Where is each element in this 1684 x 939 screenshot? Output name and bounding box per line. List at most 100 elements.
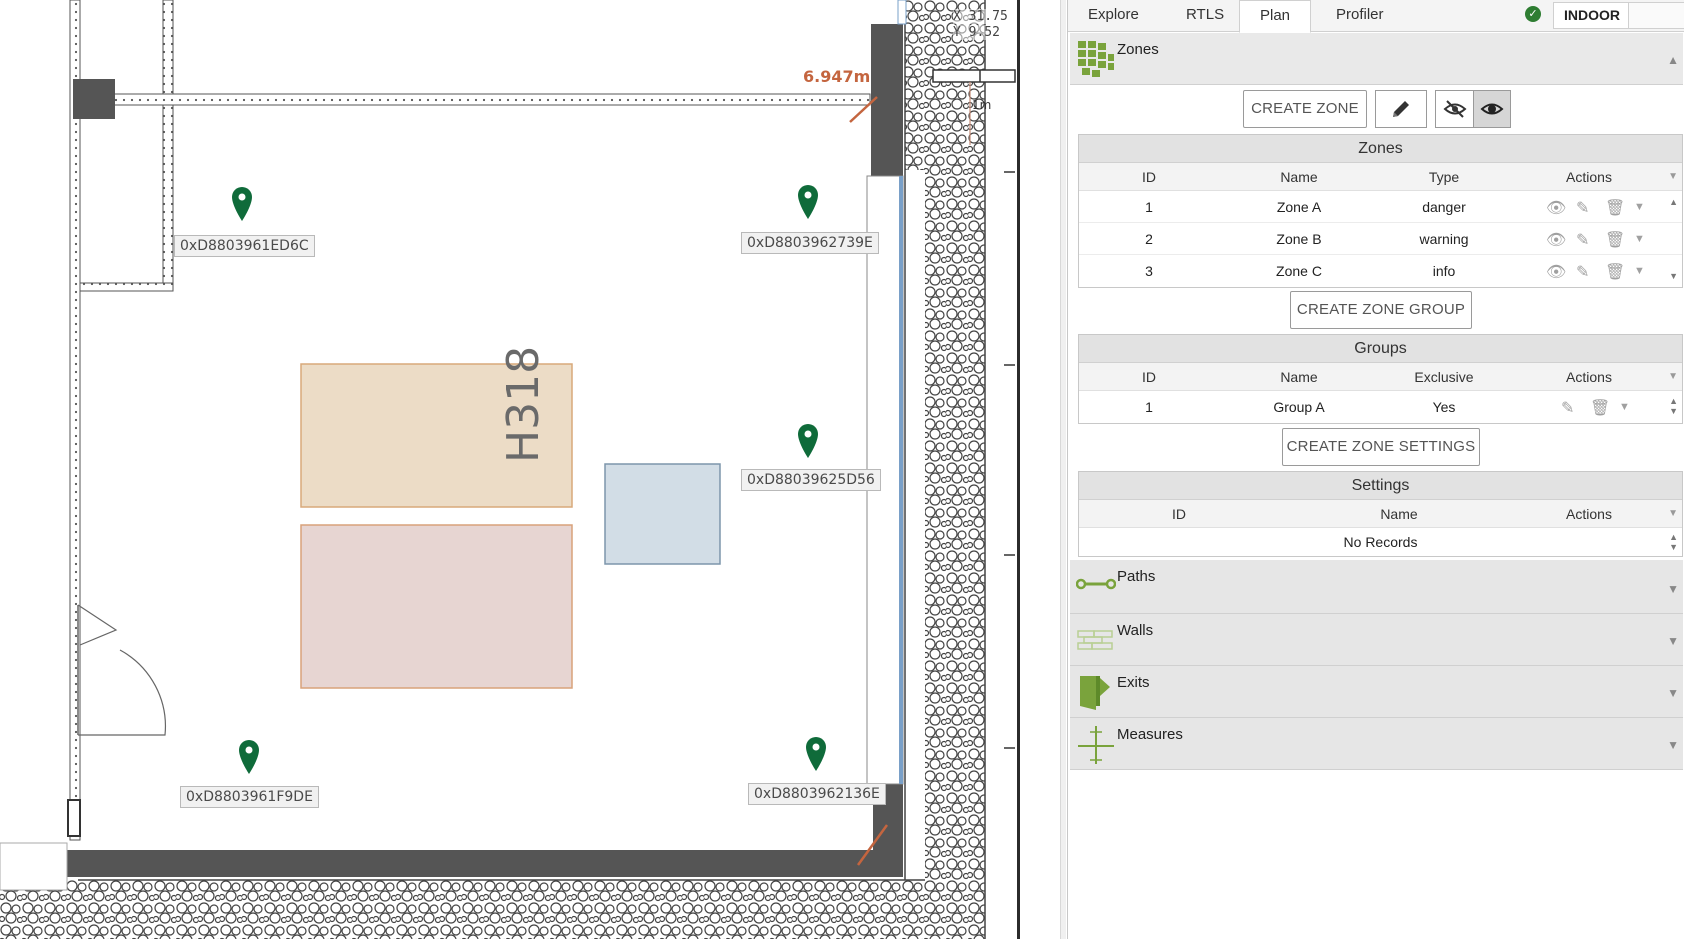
hide-zones-button[interactable] xyxy=(1435,90,1473,128)
measures-section-header[interactable]: Measures ▼ xyxy=(1070,718,1683,770)
zones-grid: Zones ID Name Type Actions ▼ 1 Zone A da… xyxy=(1078,134,1683,288)
table-row[interactable]: 1 Group A Yes ✎ 🗑 ▼ ▲ ▼ xyxy=(1079,391,1682,423)
pane-divider[interactable] xyxy=(1017,0,1067,939)
tag-pin-2[interactable] xyxy=(798,185,818,219)
trash-icon[interactable]: 🗑 xyxy=(1605,230,1625,250)
tag-label-1[interactable]: 0xD8803961ED6C xyxy=(174,235,315,257)
zones-grid-icon xyxy=(1078,41,1114,77)
scroll-arrows-icon[interactable]: ▲ ▼ xyxy=(1669,532,1678,552)
chevron-down-icon[interactable]: ▼ xyxy=(1634,233,1645,245)
path-icon xyxy=(1076,578,1116,590)
row-type: info xyxy=(1432,263,1456,279)
zone-shape-b[interactable] xyxy=(300,524,573,689)
groups-grid-title: Groups xyxy=(1079,335,1682,363)
row-exclusive: Yes xyxy=(1432,399,1456,415)
column xyxy=(73,79,115,119)
tag-pin-4[interactable] xyxy=(239,740,259,774)
pencil-icon[interactable]: ✎ xyxy=(1576,230,1589,250)
eye-icon[interactable]: 👁 xyxy=(1546,230,1566,250)
row-name: Zone C xyxy=(1276,263,1322,279)
empty-state: No Records ▲ ▼ xyxy=(1079,528,1682,556)
tag-pin-5[interactable] xyxy=(806,737,826,771)
expand-chevron-icon[interactable]: ▼ xyxy=(1667,634,1679,648)
tab-rtls[interactable]: RTLS xyxy=(1166,0,1244,32)
tab-explore[interactable]: Explore xyxy=(1068,0,1159,32)
edit-zone-button[interactable] xyxy=(1375,90,1427,128)
tag-label-5[interactable]: 0xD8803962136E xyxy=(748,783,886,805)
column-menu-icon[interactable]: ▼ xyxy=(1668,508,1678,519)
col-name[interactable]: Name xyxy=(1249,163,1349,191)
tab-plan[interactable]: Plan xyxy=(1239,0,1312,33)
row-name: Zone B xyxy=(1276,231,1322,247)
tab-profiler[interactable]: Profiler xyxy=(1316,0,1404,32)
tag-label-4[interactable]: 0xD8803961F9DE xyxy=(180,786,319,808)
pencil-icon[interactable]: ✎ xyxy=(1561,398,1574,418)
eye-slash-icon xyxy=(1443,100,1466,118)
scroll-arrows-icon[interactable]: ▲ ▼ xyxy=(1669,396,1678,416)
col-id[interactable]: ID xyxy=(1119,363,1179,391)
zones-section-title: Zones xyxy=(1117,41,1159,58)
floor-plan-map[interactable]: H318 0xD8803961ED6C 0xD8803962739E 0xD88… xyxy=(0,0,1017,939)
col-exclusive[interactable]: Exclusive xyxy=(1394,363,1494,391)
zone-shape-c[interactable] xyxy=(604,463,721,565)
zones-section-header[interactable]: Zones ▲ xyxy=(1070,33,1683,85)
tag-label-2[interactable]: 0xD8803962739E xyxy=(741,232,879,254)
eye-icon xyxy=(1480,103,1504,115)
interior-wall-closet xyxy=(162,0,174,291)
walls-section-header[interactable]: Walls ▼ xyxy=(1070,614,1683,666)
mode-toggle-button[interactable] xyxy=(1628,2,1684,29)
expand-chevron-icon[interactable]: ▼ xyxy=(1667,686,1679,700)
chevron-down-icon[interactable]: ▼ xyxy=(1634,201,1645,213)
expand-chevron-icon[interactable]: ▼ xyxy=(1667,582,1679,596)
row-type: warning xyxy=(1419,231,1469,247)
no-records-text: No Records xyxy=(1343,534,1418,550)
exits-section-header[interactable]: Exits ▼ xyxy=(1070,666,1683,718)
column-menu-icon[interactable]: ▼ xyxy=(1668,371,1678,382)
col-name[interactable]: Name xyxy=(1349,500,1449,528)
zones-grid-title: Zones xyxy=(1079,135,1682,163)
trash-icon[interactable]: 🗑 xyxy=(1605,198,1625,218)
column-menu-icon[interactable]: ▼ xyxy=(1668,171,1678,182)
expand-chevron-icon[interactable]: ▼ xyxy=(1667,738,1679,752)
create-zone-group-button[interactable]: CREATE ZONE GROUP xyxy=(1290,291,1472,329)
scroll-down-icon[interactable]: ▼ xyxy=(1669,271,1678,281)
chevron-down-icon[interactable]: ▼ xyxy=(1619,401,1630,413)
tag-pin-1[interactable] xyxy=(232,187,252,221)
show-zones-button[interactable] xyxy=(1473,90,1511,128)
coord-y: Y 9.52 xyxy=(953,25,1000,40)
table-row[interactable]: 2 Zone B warning 👁 ✎ 🗑 ▼ xyxy=(1079,223,1682,255)
paths-section-header[interactable]: Paths ▼ xyxy=(1070,560,1683,614)
col-type[interactable]: Type xyxy=(1394,163,1494,191)
col-actions[interactable]: Actions xyxy=(1534,363,1644,391)
row-name: Zone A xyxy=(1276,199,1322,215)
pencil-icon[interactable]: ✎ xyxy=(1576,262,1589,282)
app-root: H318 0xD8803961ED6C 0xD8803962739E 0xD88… xyxy=(0,0,1684,939)
walls-title: Walls xyxy=(1117,622,1154,639)
trash-icon[interactable]: 🗑 xyxy=(1590,398,1610,418)
eye-icon[interactable]: 👁 xyxy=(1546,262,1566,282)
trash-icon[interactable]: 🗑 xyxy=(1605,262,1625,282)
col-id[interactable]: ID xyxy=(1149,500,1209,528)
col-name[interactable]: Name xyxy=(1249,363,1349,391)
col-actions[interactable]: Actions xyxy=(1534,163,1644,191)
chevron-down-icon[interactable]: ▼ xyxy=(1634,265,1645,277)
collapse-chevron-icon[interactable]: ▲ xyxy=(1667,53,1679,67)
exterior-wall-corner xyxy=(905,0,927,170)
create-zone-button[interactable]: CREATE ZONE xyxy=(1243,90,1367,128)
table-row[interactable]: 3 Zone C info 👁 ✎ 🗑 ▼ ▼ xyxy=(1079,255,1682,287)
wall-icon xyxy=(1077,630,1113,650)
groups-grid: Groups ID Name Exclusive Actions ▼ 1 Gro… xyxy=(1078,334,1683,424)
create-zone-settings-button[interactable]: CREATE ZONE SETTINGS xyxy=(1282,428,1480,466)
scale-label: 1m xyxy=(972,98,992,112)
eye-icon[interactable]: 👁 xyxy=(1546,198,1566,218)
pencil-icon[interactable]: ✎ xyxy=(1576,198,1589,218)
indoor-mode-button[interactable]: INDOOR xyxy=(1553,2,1631,29)
side-panel: Explore RTLS Plan Profiler ✓ INDOOR Zone… xyxy=(1067,0,1684,939)
exits-title: Exits xyxy=(1117,674,1150,691)
scroll-up-icon[interactable]: ▲ xyxy=(1669,197,1678,207)
table-row[interactable]: 1 Zone A danger 👁 ✎ 🗑 ▼ ▲ xyxy=(1079,191,1682,223)
col-actions[interactable]: Actions xyxy=(1534,500,1644,528)
col-id[interactable]: ID xyxy=(1119,163,1179,191)
tag-label-3[interactable]: 0xD88039625D56 xyxy=(741,469,881,491)
tag-pin-3[interactable] xyxy=(798,424,818,458)
